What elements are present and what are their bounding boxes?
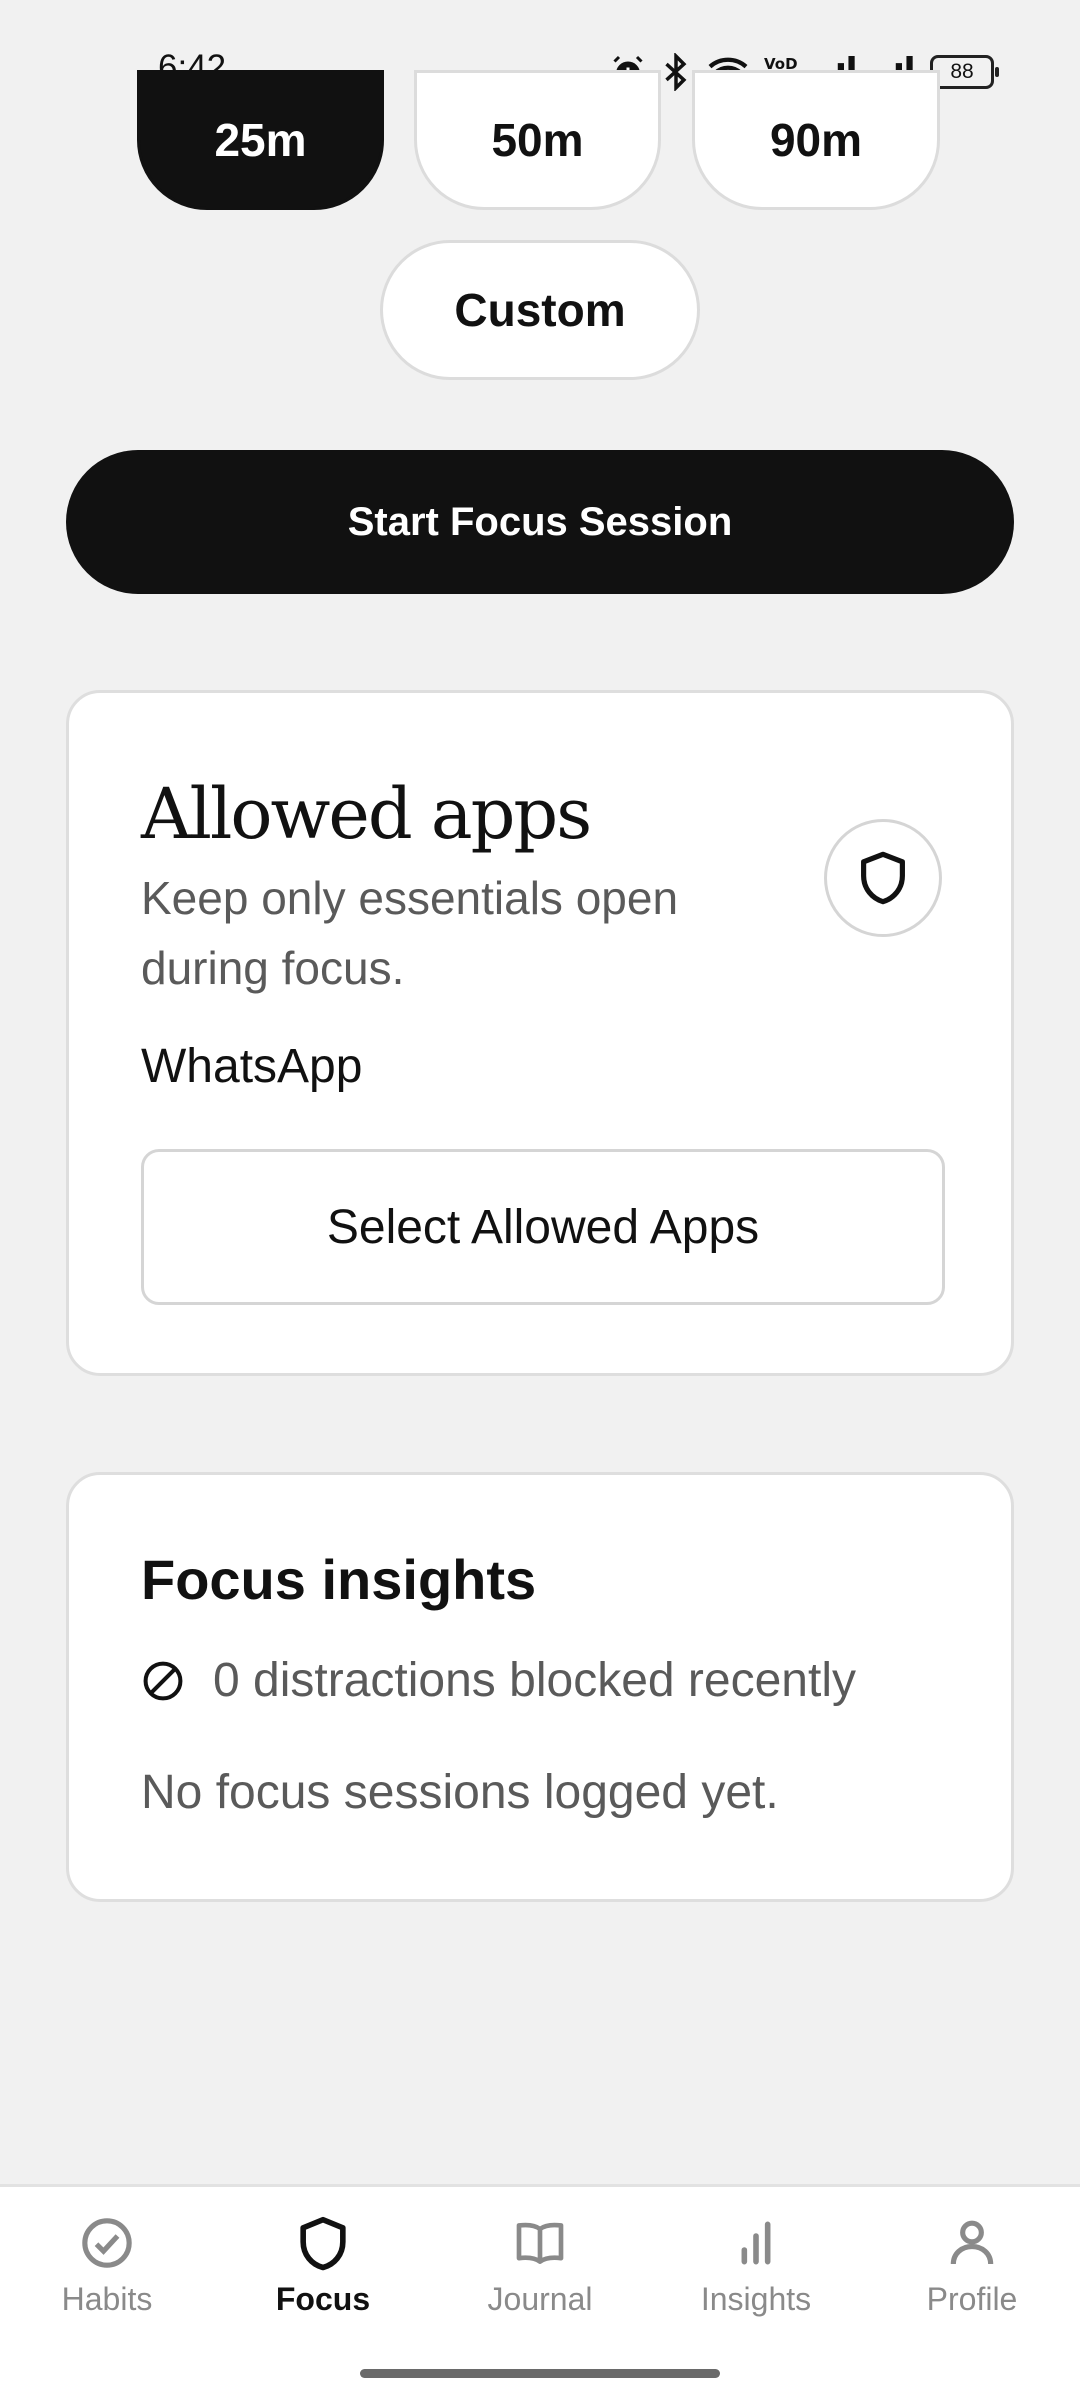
focus-insights-card: Focus insights 0 distractions blocked re… bbox=[66, 1472, 1014, 1902]
nav-item-habits[interactable]: Habits bbox=[17, 2215, 197, 2318]
nav-label-focus: Focus bbox=[275, 2281, 371, 2317]
nav-item-profile[interactable]: Profile bbox=[882, 2215, 1062, 2318]
nav-item-focus[interactable]: Focus bbox=[233, 2215, 413, 2318]
bottom-nav: Habits Focus Journal Insights Profile bbox=[0, 2184, 1080, 2400]
check-circle-icon bbox=[82, 2218, 132, 2268]
nav-item-journal[interactable]: Journal bbox=[450, 2215, 630, 2318]
nav-label-insights: Insights bbox=[700, 2281, 812, 2317]
person-icon bbox=[950, 2220, 994, 2265]
allowed-apps-subtitle: Keep only essentials open during focus. bbox=[141, 872, 679, 994]
nav-label-habits: Habits bbox=[61, 2281, 153, 2317]
home-indicator[interactable] bbox=[360, 2369, 720, 2378]
distractions-blocked-text: 0 distractions blocked recently bbox=[213, 1654, 856, 1707]
duration-chip-custom[interactable]: Custom bbox=[380, 240, 700, 380]
allowed-app-item: WhatsApp bbox=[141, 1040, 363, 1093]
allowed-apps-shield-button[interactable] bbox=[824, 819, 942, 937]
nav-label-profile: Profile bbox=[926, 2281, 1018, 2317]
focus-insights-title: Focus insights bbox=[141, 1548, 537, 1611]
block-icon bbox=[143, 1661, 183, 1700]
bar-chart-icon bbox=[741, 2221, 771, 2265]
distractions-blocked-row: 0 distractions blocked recently bbox=[141, 1653, 856, 1708]
start-focus-session-button[interactable]: Start Focus Session bbox=[66, 450, 1014, 594]
bluetooth-icon bbox=[665, 53, 687, 91]
shield-icon bbox=[300, 2216, 346, 2271]
duration-chip-90m[interactable]: 90m bbox=[692, 70, 940, 210]
allowed-apps-card: Allowed apps Keep only essentials open d… bbox=[66, 690, 1014, 1376]
nav-label-journal: Journal bbox=[487, 2281, 593, 2317]
no-sessions-text: No focus sessions logged yet. bbox=[141, 1766, 779, 1819]
select-allowed-apps-button[interactable]: Select Allowed Apps bbox=[141, 1149, 945, 1305]
allowed-apps-title: Allowed apps bbox=[141, 773, 592, 855]
book-icon bbox=[516, 2222, 564, 2264]
duration-chip-50m[interactable]: 50m bbox=[414, 70, 661, 210]
shield-icon bbox=[861, 851, 905, 905]
duration-chip-25m[interactable]: 25m bbox=[137, 70, 384, 210]
nav-item-insights[interactable]: Insights bbox=[666, 2215, 846, 2318]
